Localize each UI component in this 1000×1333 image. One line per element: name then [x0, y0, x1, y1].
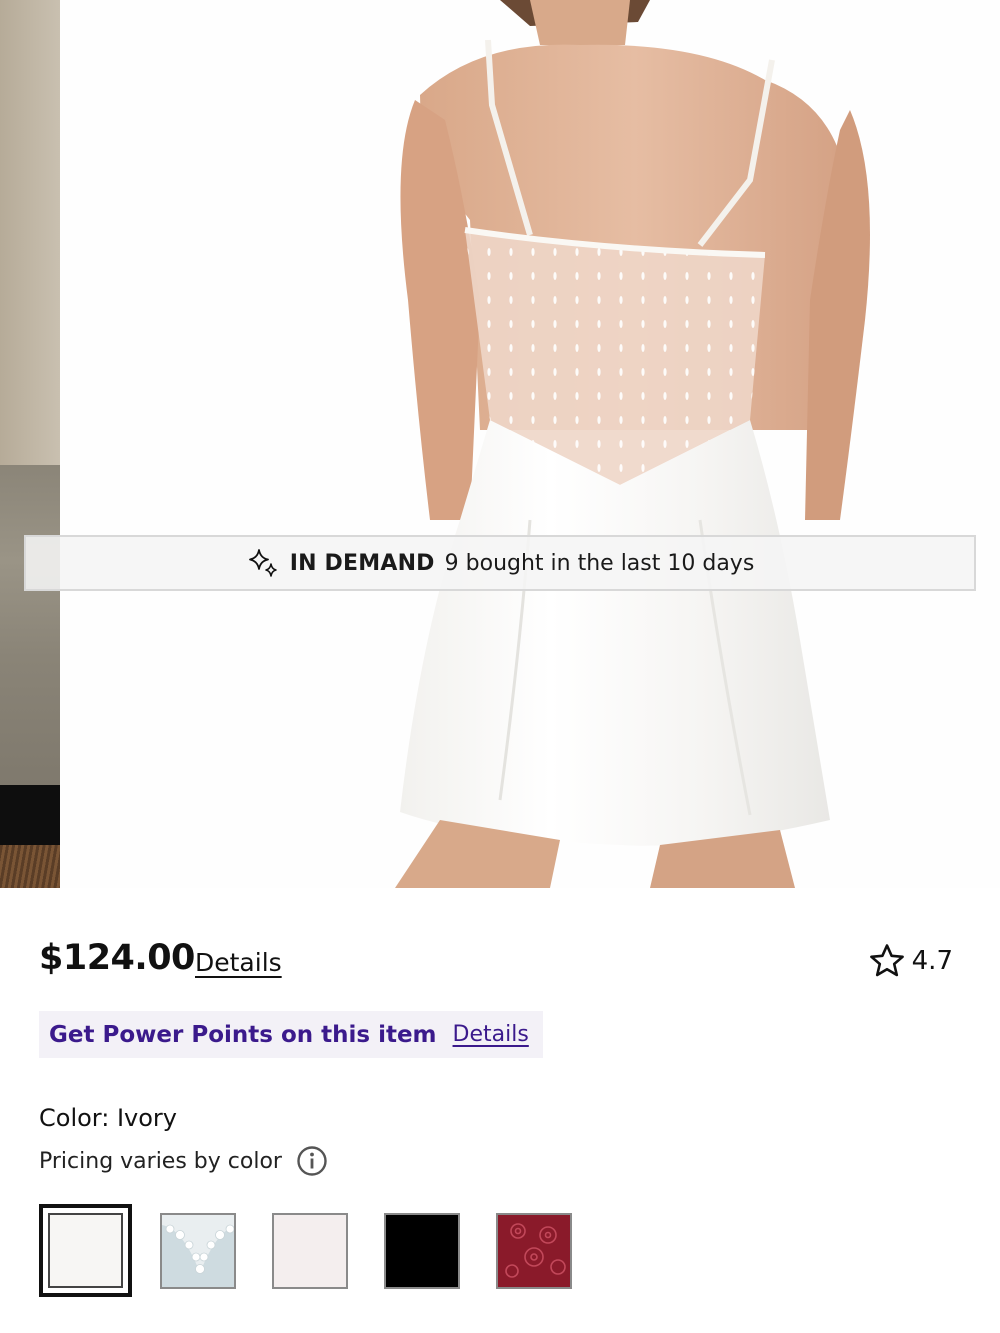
- power-points-details-link[interactable]: Details: [453, 1022, 529, 1047]
- power-points-text: Get Power Points on this item: [49, 1021, 437, 1048]
- in-demand-text: 9 bought in the last 10 days: [444, 550, 755, 576]
- swatch-light-blue-lace[interactable]: [160, 1213, 236, 1289]
- star-outline-icon: [868, 942, 906, 980]
- product-page: IN DEMAND 9 bought in the last 10 days $…: [0, 0, 1000, 1333]
- info-circle-icon[interactable]: [296, 1145, 328, 1177]
- pricing-note: Pricing varies by color: [39, 1148, 282, 1174]
- in-demand-label: IN DEMAND: [289, 550, 435, 576]
- price-details-link[interactable]: Details: [195, 948, 282, 977]
- swatch-burgundy-floral[interactable]: [496, 1213, 572, 1289]
- swatch-black[interactable]: [384, 1213, 460, 1289]
- product-price: $124.00: [39, 938, 195, 978]
- rating[interactable]: 4.7: [868, 942, 953, 980]
- in-demand-banner: IN DEMAND 9 bought in the last 10 days: [24, 535, 976, 591]
- product-image[interactable]: [60, 0, 1000, 888]
- image-gallery[interactable]: IN DEMAND 9 bought in the last 10 days: [0, 0, 1000, 888]
- pricing-note-row: Pricing varies by color: [39, 1145, 328, 1177]
- sparkle-icon: [246, 546, 280, 580]
- price-row: $124.00 Details 4.7: [39, 938, 969, 988]
- rating-value: 4.7: [911, 946, 953, 976]
- color-swatches: [39, 1204, 599, 1298]
- previous-image-peek[interactable]: [0, 0, 60, 888]
- swatch-ivory[interactable]: [39, 1204, 132, 1297]
- power-points-banner: Get Power Points on this item Details: [39, 1011, 543, 1058]
- swatch-blush[interactable]: [272, 1213, 348, 1289]
- chemise-illustration: [395, 0, 870, 888]
- color-label: Color: Ivory: [39, 1104, 177, 1132]
